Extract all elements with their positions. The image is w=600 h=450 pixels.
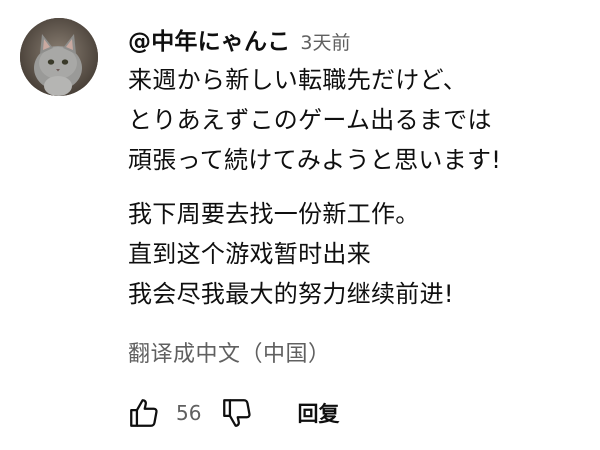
like-count: 56 [176,401,202,425]
cat-avatar-icon [20,18,98,96]
thumbs-up-icon [130,399,158,427]
comment-timestamp[interactable]: 3天前 [300,28,350,55]
thumbs-down-icon [223,399,252,427]
translated-text-line: 我下周要去找一份新工作。 [128,200,420,228]
reply-button[interactable]: 回复 [297,398,339,428]
translated-text-line: 我会尽我最大的努力继续前进! [128,280,454,308]
comment-thread-item: @中年にゃんこ 3天前 来週から新しい転職先だけど、 とりあえずこのゲーム出るま… [0,0,600,450]
like-button[interactable] [122,391,166,435]
comment-body: 来週から新しい転職先だけど、 とりあえずこのゲーム出るまでは 頑張って続けてみよ… [128,60,588,314]
comment-actions: 56 回复 [122,390,339,436]
original-text-line: 頑張って続けてみようと思います! [128,146,502,174]
dislike-button[interactable] [215,391,259,435]
original-text-line: とりあえずこのゲーム出るまでは [128,106,492,134]
comment-header: @中年にゃんこ 3天前 [128,22,351,56]
avatar[interactable] [20,18,98,96]
translated-text-line: 直到这个游戏暂时出来 [128,240,371,268]
author-name[interactable]: @中年にゃんこ [128,22,290,56]
translate-link[interactable]: 翻译成中文（中国） [128,336,331,368]
original-text-line: 来週から新しい転職先だけど、 [128,66,467,94]
